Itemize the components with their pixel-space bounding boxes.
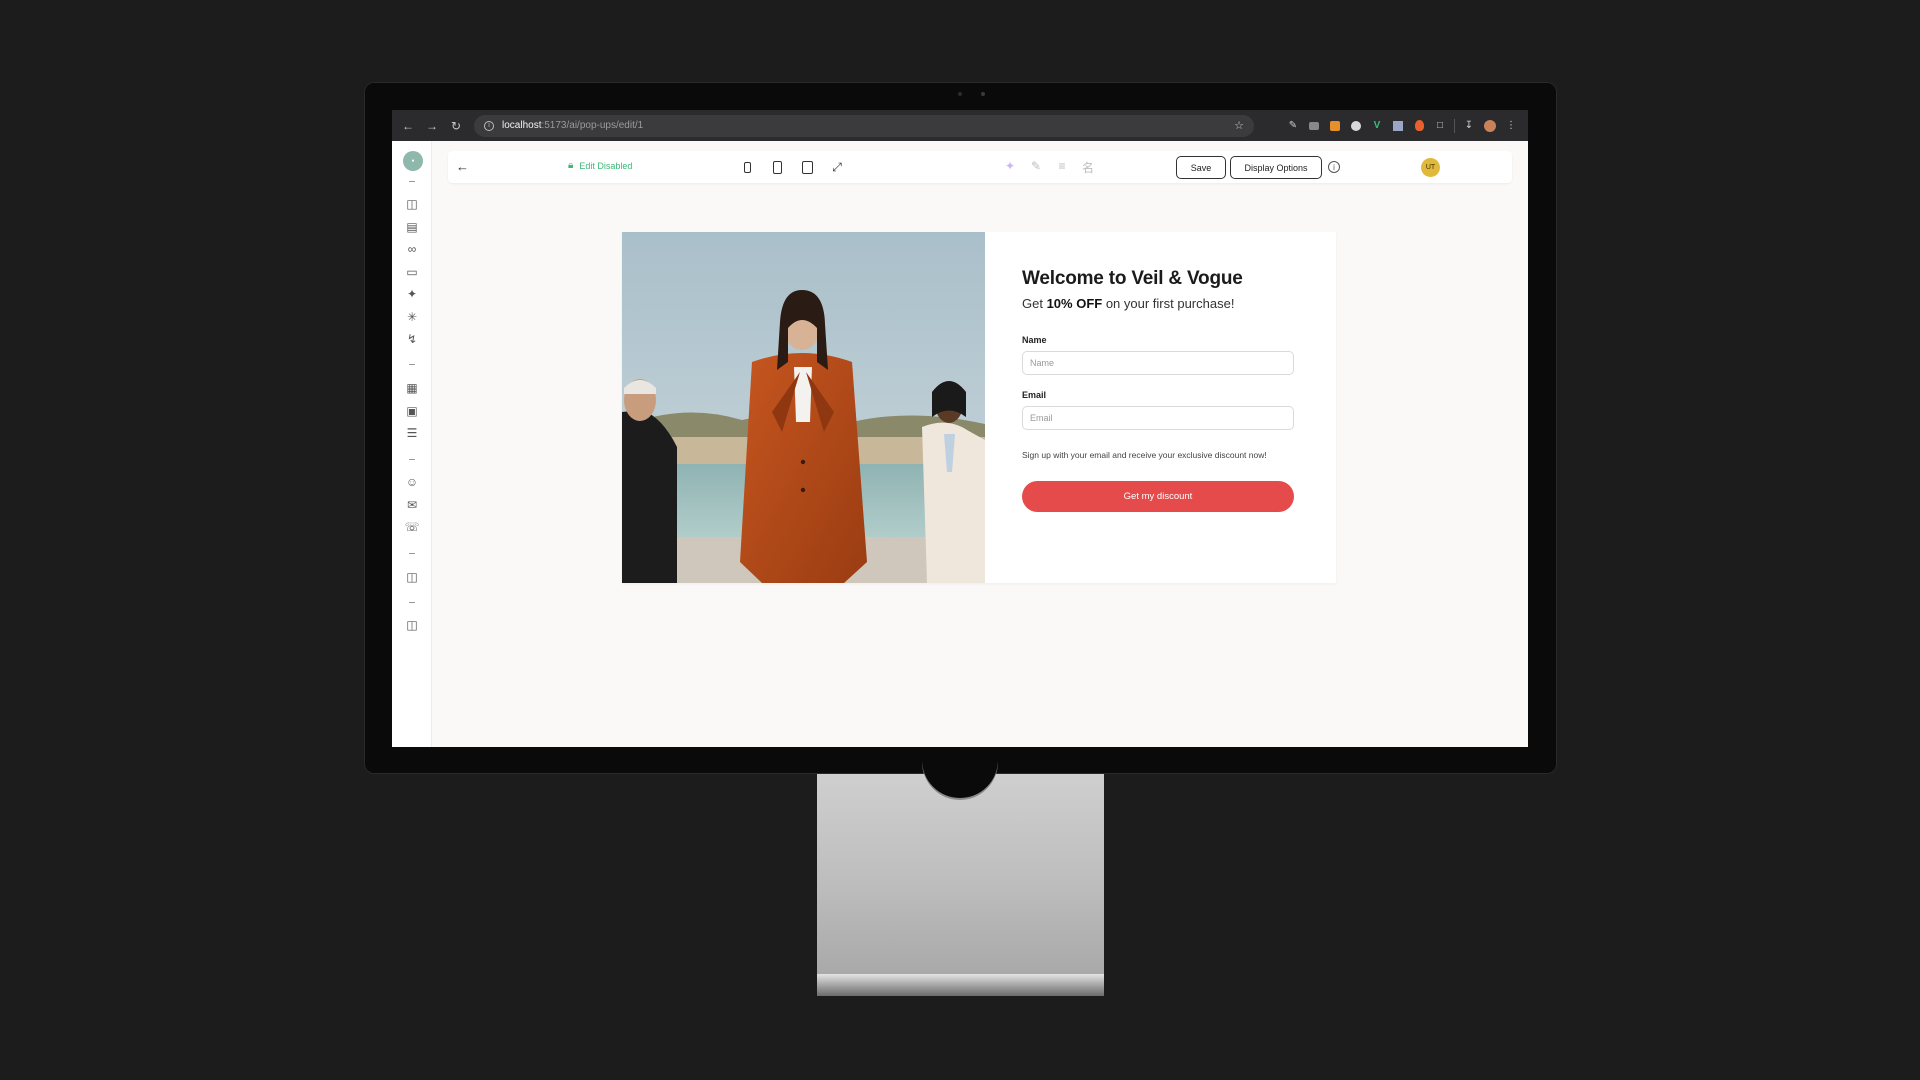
eyedropper-icon[interactable]: ✎ bbox=[1286, 119, 1300, 133]
pencil-icon[interactable]: ✎ bbox=[1029, 159, 1043, 176]
extension-orange-icon[interactable] bbox=[1328, 119, 1342, 133]
left-rail: ● ◫ ▤ ∞ ▭ ✦ ✳ ↯ ▦ ▣ ☰ ☺ ✉ ☏ ◫ ◫ bbox=[392, 141, 432, 747]
rail-divider bbox=[409, 602, 415, 603]
id-card-icon[interactable]: ◫ bbox=[405, 618, 419, 632]
bolt-icon[interactable]: ↯ bbox=[405, 332, 419, 346]
app-logo[interactable]: ● bbox=[403, 151, 423, 171]
toolbar-separator bbox=[1454, 118, 1455, 133]
extension-grey-icon[interactable] bbox=[1307, 119, 1321, 133]
editing-tools: ✦ ✎ ≡ 名 bbox=[1003, 159, 1095, 176]
subtitle-prefix: Get bbox=[1022, 296, 1047, 311]
info-icon[interactable]: i bbox=[1328, 161, 1340, 173]
signup-form: Welcome to Veil & Vogue Get 10% OFF on y… bbox=[1022, 268, 1294, 512]
tablet-icon[interactable] bbox=[800, 159, 814, 175]
file-icon[interactable]: ▤ bbox=[405, 220, 419, 234]
profile-avatar-icon[interactable] bbox=[1483, 119, 1497, 133]
rail-divider bbox=[409, 459, 415, 460]
email-input[interactable] bbox=[1022, 406, 1294, 430]
url-path: :5173/ai/pop-ups/edit/1 bbox=[541, 120, 644, 131]
extensions-tray: ✎ V □ ↧ ⋮ bbox=[1286, 118, 1528, 133]
mobile-icon[interactable] bbox=[770, 159, 784, 175]
camera-dot bbox=[958, 92, 962, 96]
avatar[interactable]: UT bbox=[1421, 158, 1440, 177]
back-arrow-icon[interactable]: ← bbox=[396, 114, 420, 138]
signup-note: Sign up with your email and receive your… bbox=[1022, 450, 1267, 460]
display-options-button[interactable]: Display Options bbox=[1230, 156, 1322, 179]
edit-status-label: Edit Disabled bbox=[579, 160, 633, 171]
discount-highlight: 10% OFF bbox=[1046, 296, 1103, 311]
subtitle-suffix: on your first purchase! bbox=[1102, 296, 1235, 311]
rail-divider bbox=[409, 181, 415, 182]
rail-divider bbox=[409, 553, 415, 554]
extension-grid-icon[interactable] bbox=[1391, 119, 1405, 133]
fashion-models-photo bbox=[622, 232, 985, 583]
sensor-dot bbox=[981, 92, 985, 96]
forward-arrow-icon[interactable]: → bbox=[420, 114, 444, 138]
mail-icon[interactable]: ✉ bbox=[405, 498, 419, 512]
align-icon[interactable]: ≡ bbox=[1055, 159, 1069, 176]
mobile-small-icon[interactable] bbox=[740, 159, 754, 175]
monitor-icon[interactable]: ◫ bbox=[405, 197, 419, 211]
edit-status: 🔒︎ Edit Disabled bbox=[568, 160, 632, 171]
rail-divider bbox=[409, 364, 415, 365]
popup-subtitle: Get 10% OFF on your first purchase! bbox=[1022, 296, 1294, 311]
translate-icon[interactable]: 名 bbox=[1081, 159, 1095, 176]
kebab-menu-icon[interactable]: ⋮ bbox=[1504, 119, 1518, 133]
sparkles-icon[interactable]: ✦ bbox=[405, 287, 419, 301]
name-label: Name bbox=[1022, 335, 1047, 345]
get-discount-button[interactable]: Get my discount bbox=[1022, 481, 1294, 512]
link-icon[interactable]: ∞ bbox=[405, 242, 419, 256]
name-input[interactable] bbox=[1022, 351, 1294, 375]
ai-sparkle-icon[interactable]: ✦ bbox=[1003, 159, 1017, 176]
users-icon[interactable]: ☺ bbox=[405, 475, 419, 489]
back-arrow-icon[interactable]: ← bbox=[456, 159, 469, 174]
save-button[interactable]: Save bbox=[1176, 156, 1226, 179]
extensions-puzzle-icon[interactable]: □ bbox=[1433, 119, 1447, 133]
window-icon[interactable]: ▣ bbox=[405, 404, 419, 418]
layout-icon[interactable]: ▦ bbox=[405, 381, 419, 395]
extension-fire-icon[interactable] bbox=[1412, 119, 1426, 133]
fullscreen-icon[interactable]: ⤢ bbox=[830, 159, 844, 175]
loader-icon[interactable]: ✳ bbox=[405, 310, 419, 324]
device-preview-group: ⤢ bbox=[740, 159, 844, 175]
whatsapp-icon[interactable]: ☏ bbox=[405, 520, 420, 534]
editor-toolbar: ← 🔒︎ Edit Disabled ⤢ ✦ ✎ ≡ 名 Save Displa… bbox=[448, 151, 1512, 183]
site-info-icon[interactable]: i bbox=[484, 120, 494, 131]
address-bar[interactable]: i localhost:5173/ai/pop-ups/edit/1 ☆ bbox=[474, 114, 1254, 137]
id-card-icon[interactable]: ◫ bbox=[405, 570, 419, 584]
folder-icon[interactable]: ▭ bbox=[405, 265, 419, 279]
extension-circle-icon[interactable] bbox=[1349, 119, 1363, 133]
lock-icon: 🔒︎ bbox=[568, 160, 574, 171]
url-host: localhost bbox=[502, 120, 542, 131]
reload-icon[interactable]: ↻ bbox=[444, 114, 468, 138]
download-icon[interactable]: ↧ bbox=[1462, 119, 1476, 133]
screen: ← → ↻ i localhost:5173/ai/pop-ups/edit/1… bbox=[392, 110, 1528, 747]
popup-title: Welcome to Veil & Vogue bbox=[1022, 268, 1243, 289]
popup-preview: Welcome to Veil & Vogue Get 10% OFF on y… bbox=[622, 232, 1336, 583]
popup-hero-image bbox=[622, 232, 985, 583]
stand-base bbox=[817, 974, 1104, 996]
monitor-stand bbox=[817, 774, 1104, 974]
stack-icon[interactable]: ☰ bbox=[405, 426, 419, 440]
vue-devtools-icon[interactable]: V bbox=[1370, 119, 1384, 133]
browser-bar: ← → ↻ i localhost:5173/ai/pop-ups/edit/1… bbox=[392, 110, 1528, 141]
bookmark-star-icon[interactable]: ☆ bbox=[1234, 119, 1244, 132]
email-label: Email bbox=[1022, 390, 1047, 400]
